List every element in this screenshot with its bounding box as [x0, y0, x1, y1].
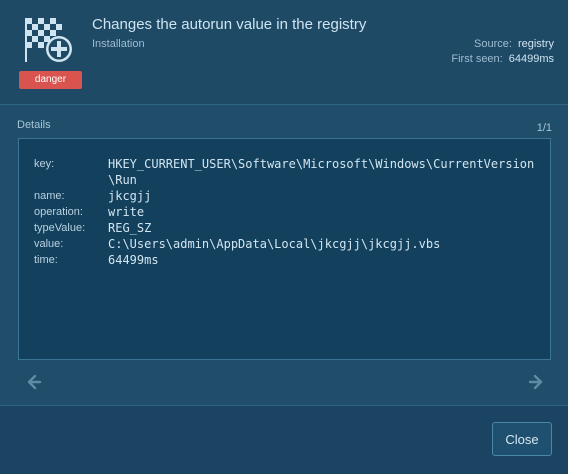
- details-panel: key: HKEY_CURRENT_USER\Software\Microsof…: [18, 138, 551, 360]
- signature-meta: Source: registry First seen: 64499ms: [451, 37, 554, 67]
- source-value: registry: [517, 38, 554, 50]
- signature-category: Installation: [92, 38, 145, 50]
- detail-key: typeValue:: [34, 222, 86, 234]
- detail-value: jkcgjj: [108, 189, 152, 203]
- detail-key: time:: [34, 254, 58, 266]
- dialog-header: danger Changes the autorun value in the …: [0, 0, 568, 105]
- detail-row-typevalue: typeValue: REG_SZ: [34, 220, 539, 236]
- arrow-right-icon[interactable]: [528, 374, 544, 390]
- detail-row-operation: operation: write: [34, 204, 539, 220]
- detail-row-value: value: C:\Users\admin\AppData\Local\jkcg…: [34, 236, 539, 252]
- severity-badge: danger: [19, 71, 82, 89]
- detail-key: name:: [34, 190, 65, 202]
- first-seen-row: First seen: 64499ms: [451, 52, 554, 67]
- details-pager: 1/1: [536, 122, 552, 134]
- detail-key: value:: [34, 238, 64, 250]
- detail-value: C:\Users\admin\AppData\Local\jkcgjj\jkcg…: [108, 237, 441, 251]
- detail-row-name: name: jkcgjj: [34, 188, 539, 204]
- dialog-footer: Close: [0, 405, 568, 474]
- detail-key: operation:: [34, 206, 83, 218]
- detail-row-time: time: 64499ms: [34, 252, 539, 268]
- signature-title: Changes the autorun value in the registr…: [92, 16, 367, 33]
- details-heading: Details: [17, 119, 51, 131]
- arrow-left-icon[interactable]: [26, 374, 42, 390]
- first-seen-label: First seen:: [451, 53, 503, 65]
- checkered-flag-add-icon: [24, 14, 76, 66]
- detail-key: key:: [34, 158, 55, 170]
- detail-value: HKEY_CURRENT_USER\Software\Microsoft\Win…: [108, 157, 535, 187]
- detail-value: REG_SZ: [108, 221, 152, 235]
- detail-row-key: key: HKEY_CURRENT_USER\Software\Microsof…: [34, 156, 539, 188]
- detail-value: write: [108, 205, 145, 219]
- source-row: Source: registry: [451, 37, 554, 52]
- signature-dialog: danger Changes the autorun value in the …: [0, 0, 568, 474]
- source-label: Source:: [474, 38, 512, 50]
- details-list: key: HKEY_CURRENT_USER\Software\Microsof…: [34, 156, 539, 268]
- close-button[interactable]: Close: [492, 422, 552, 456]
- detail-value: 64499ms: [108, 253, 159, 267]
- first-seen-value: 64499ms: [508, 53, 554, 65]
